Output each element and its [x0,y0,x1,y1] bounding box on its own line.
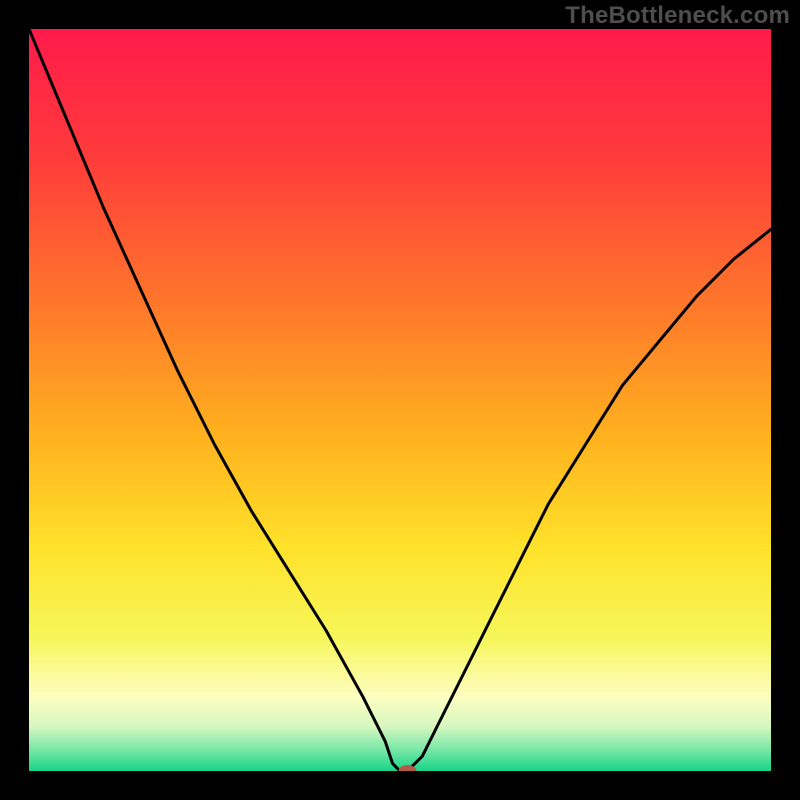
gradient-background [29,29,771,771]
chart-frame: TheBottleneck.com [0,0,800,800]
plot-area [29,29,771,771]
chart-svg [29,29,771,771]
watermark-text: TheBottleneck.com [565,2,790,30]
